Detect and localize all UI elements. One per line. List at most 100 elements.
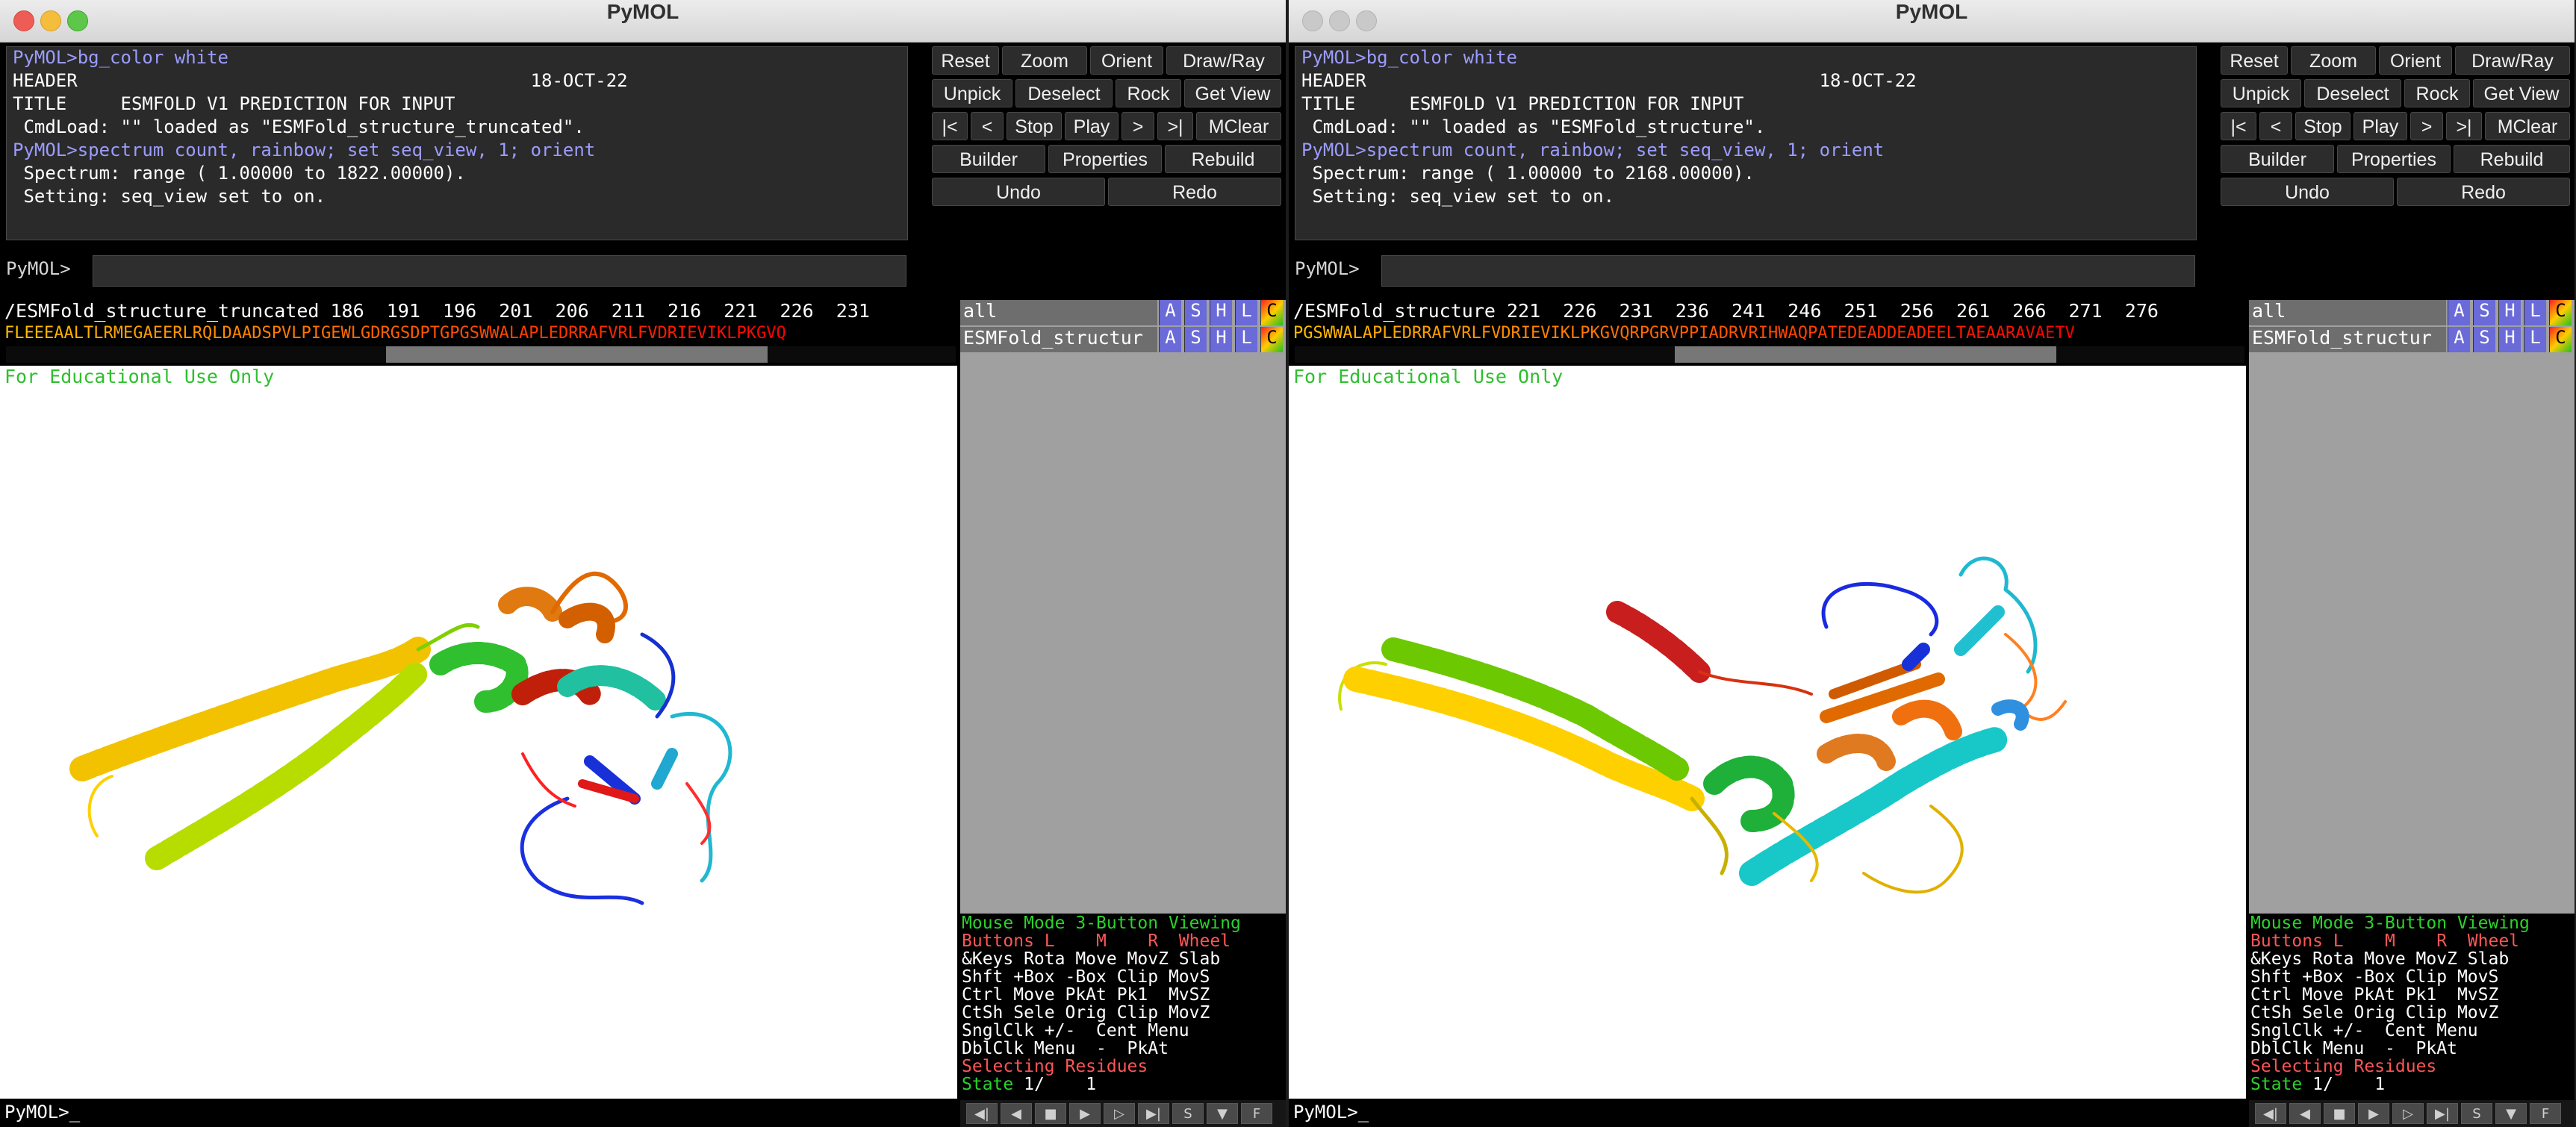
first-frame-icon[interactable]: ◀| [2255,1103,2286,1124]
action-button[interactable]: A [2448,327,2470,352]
action-button[interactable]: A [1159,300,1181,325]
movie-clear-button[interactable]: MClear [1196,112,1281,140]
next-frame-icon[interactable]: ▷ [1104,1103,1135,1124]
play-icon[interactable]: ▶ [1069,1103,1101,1124]
sequence-scrollbar[interactable] [1295,346,2244,363]
label-button[interactable]: L [1235,300,1257,325]
title-bar[interactable]: PyMOL [1289,0,2575,43]
sequence-residues[interactable]: PGSWWALAPLEDRRAFVRLFVDRIEVIKLPKGVQRPGRVP… [1293,324,2244,346]
last-frame-icon[interactable]: ▶| [1138,1103,1169,1124]
builder-button[interactable]: Builder [932,145,1045,173]
sequence-residues[interactable]: FLEEEAALTLRMEGAEERLRQLDAADSPVLPIGEWLGDRG… [4,324,956,346]
show-button[interactable]: S [1184,300,1207,325]
play-icon[interactable]: ▶ [2358,1103,2389,1124]
sequence-viewer[interactable]: /ESMFold_structure 221 226 231 236 241 2… [1289,300,2246,364]
first-frame-button[interactable]: |< [932,112,968,140]
sequence-scrollbar[interactable] [6,346,956,363]
object-row-structure[interactable]: ESMFold_structur A S H L C [2249,327,2575,352]
output-console[interactable]: PyMOL>bg_color white HEADER 18-OCT-22 TI… [1295,46,2197,240]
hide-button[interactable]: H [1210,327,1232,352]
unpick-button[interactable]: Unpick [2221,79,2301,107]
zoom-button[interactable]: Zoom [1002,46,1087,75]
rebuild-button[interactable]: Rebuild [2454,145,2570,173]
prev-frame-button[interactable]: < [971,112,1004,140]
zoom-button[interactable]: Zoom [2291,46,2376,75]
protein-cartoon[interactable] [1289,366,2246,1099]
object-name[interactable]: all [960,300,1157,325]
color-button[interactable]: C [2549,300,2572,325]
hide-button[interactable]: H [1210,300,1232,325]
get-view-button[interactable]: Get View [1184,79,1281,107]
rebuild-button[interactable]: Rebuild [1165,145,1281,173]
color-button[interactable]: C [1260,327,1283,352]
bottom-command-line[interactable]: PyMOL>_ [0,1100,957,1127]
command-input[interactable] [1381,255,2195,287]
fullscreen-button[interactable]: F [2530,1103,2561,1124]
fullscreen-button[interactable]: F [1241,1103,1272,1124]
3d-viewport[interactable]: For Educational Use Only [0,366,957,1099]
object-name[interactable]: all [2249,300,2446,325]
play-button[interactable]: Play [1065,112,1119,140]
prev-frame-icon[interactable]: ◀ [1001,1103,1032,1124]
reset-button[interactable]: Reset [2221,46,2288,75]
draw-ray-button[interactable]: Draw/Ray [1166,46,1281,75]
next-frame-icon[interactable]: ▷ [2392,1103,2424,1124]
redo-button[interactable]: Redo [1108,178,1281,206]
object-row-all[interactable]: all A S H L C [2249,300,2575,325]
color-button[interactable]: C [2549,327,2572,352]
object-row-structure[interactable]: ESMFold_structur A S H L C [960,327,1286,352]
mouse-mode-panel[interactable]: Mouse Mode 3-Button Viewing Buttons L M … [2249,914,2575,1099]
rock-button[interactable]: Rock [1116,79,1181,107]
movie-clear-button[interactable]: MClear [2485,112,2570,140]
properties-button[interactable]: Properties [2337,145,2451,173]
hide-button[interactable]: H [2498,327,2521,352]
last-frame-icon[interactable]: ▶| [2427,1103,2458,1124]
undo-button[interactable]: Undo [2221,178,2394,206]
object-name[interactable]: ESMFold_structur [2249,327,2446,352]
stop-button[interactable]: Stop [2295,112,2351,140]
next-frame-button[interactable]: > [1121,112,1154,140]
orient-button[interactable]: Orient [1090,46,1163,75]
scene-button[interactable]: S [2461,1103,2492,1124]
action-button[interactable]: A [1159,327,1181,352]
prev-frame-button[interactable]: < [2259,112,2292,140]
first-frame-icon[interactable]: ◀| [966,1103,998,1124]
undo-button[interactable]: Undo [932,178,1105,206]
reset-button[interactable]: Reset [932,46,999,75]
stop-button[interactable]: Stop [1007,112,1062,140]
3d-viewport[interactable]: For Educational Use Only [1289,366,2246,1099]
record-icon[interactable]: ▼ [2495,1103,2527,1124]
object-row-all[interactable]: all A S H L C [960,300,1286,325]
selecting-mode[interactable]: Selecting Residues [962,1057,1148,1076]
stop-icon[interactable]: ■ [2324,1103,2355,1124]
show-button[interactable]: S [1184,327,1207,352]
unpick-button[interactable]: Unpick [932,79,1012,107]
sequence-scroll-thumb[interactable] [1675,346,2056,363]
label-button[interactable]: L [2524,300,2546,325]
show-button[interactable]: S [2473,327,2495,352]
rock-button[interactable]: Rock [2404,79,2470,107]
first-frame-button[interactable]: |< [2221,112,2256,140]
action-button[interactable]: A [2448,300,2470,325]
orient-button[interactable]: Orient [2379,46,2452,75]
redo-button[interactable]: Redo [2397,178,2570,206]
mouse-mode-panel[interactable]: Mouse Mode 3-Button Viewing Buttons L M … [960,914,1286,1099]
show-button[interactable]: S [2473,300,2495,325]
scene-button[interactable]: S [1172,1103,1204,1124]
object-name[interactable]: ESMFold_structur [960,327,1157,352]
stop-icon[interactable]: ■ [1035,1103,1066,1124]
label-button[interactable]: L [2524,327,2546,352]
last-frame-button[interactable]: >| [1157,112,1193,140]
protein-cartoon[interactable] [0,366,957,1099]
get-view-button[interactable]: Get View [2473,79,2570,107]
command-input[interactable] [93,255,906,287]
label-button[interactable]: L [1235,327,1257,352]
hide-button[interactable]: H [2498,300,2521,325]
properties-button[interactable]: Properties [1048,145,1162,173]
sequence-scroll-thumb[interactable] [386,346,768,363]
next-frame-button[interactable]: > [2410,112,2443,140]
play-button[interactable]: Play [2353,112,2407,140]
output-console[interactable]: PyMOL>bg_color white HEADER 18-OCT-22 TI… [6,46,908,240]
prev-frame-icon[interactable]: ◀ [2289,1103,2321,1124]
bottom-command-line[interactable]: PyMOL>_ [1289,1100,2246,1127]
